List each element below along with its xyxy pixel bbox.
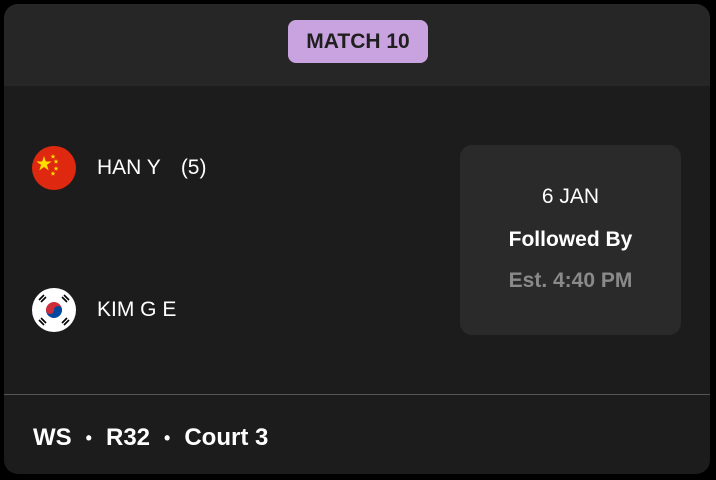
schedule-box: 6 JAN Followed By Est. 4:40 PM [460,145,681,335]
event-label: WS [33,424,72,451]
separator: • [164,427,171,448]
match-date: 6 JAN [541,185,600,208]
match-card: MATCH 10 HAN Y (5) KIM G E 6 JAN Followe… [4,4,710,474]
south-korea-flag-icon [32,288,76,332]
match-header: MATCH 10 [4,4,710,86]
followed-by-label: Followed By [508,228,633,251]
player-name: KIM G E [97,298,177,321]
estimated-time: Est. 4:40 PM [508,269,633,292]
match-meta: WS • R32 • Court 3 [33,424,268,452]
china-flag-icon [32,146,76,190]
round-label: R32 [105,424,151,451]
separator: • [85,427,92,448]
player-name: HAN Y [97,156,161,179]
player-row: HAN Y (5) [32,145,206,191]
match-number-badge: MATCH 10 [288,20,428,63]
divider [4,394,710,395]
court-label: Court 3 [184,424,269,451]
player-row: KIM G E [32,287,176,333]
player-seed: (5) [180,156,207,179]
